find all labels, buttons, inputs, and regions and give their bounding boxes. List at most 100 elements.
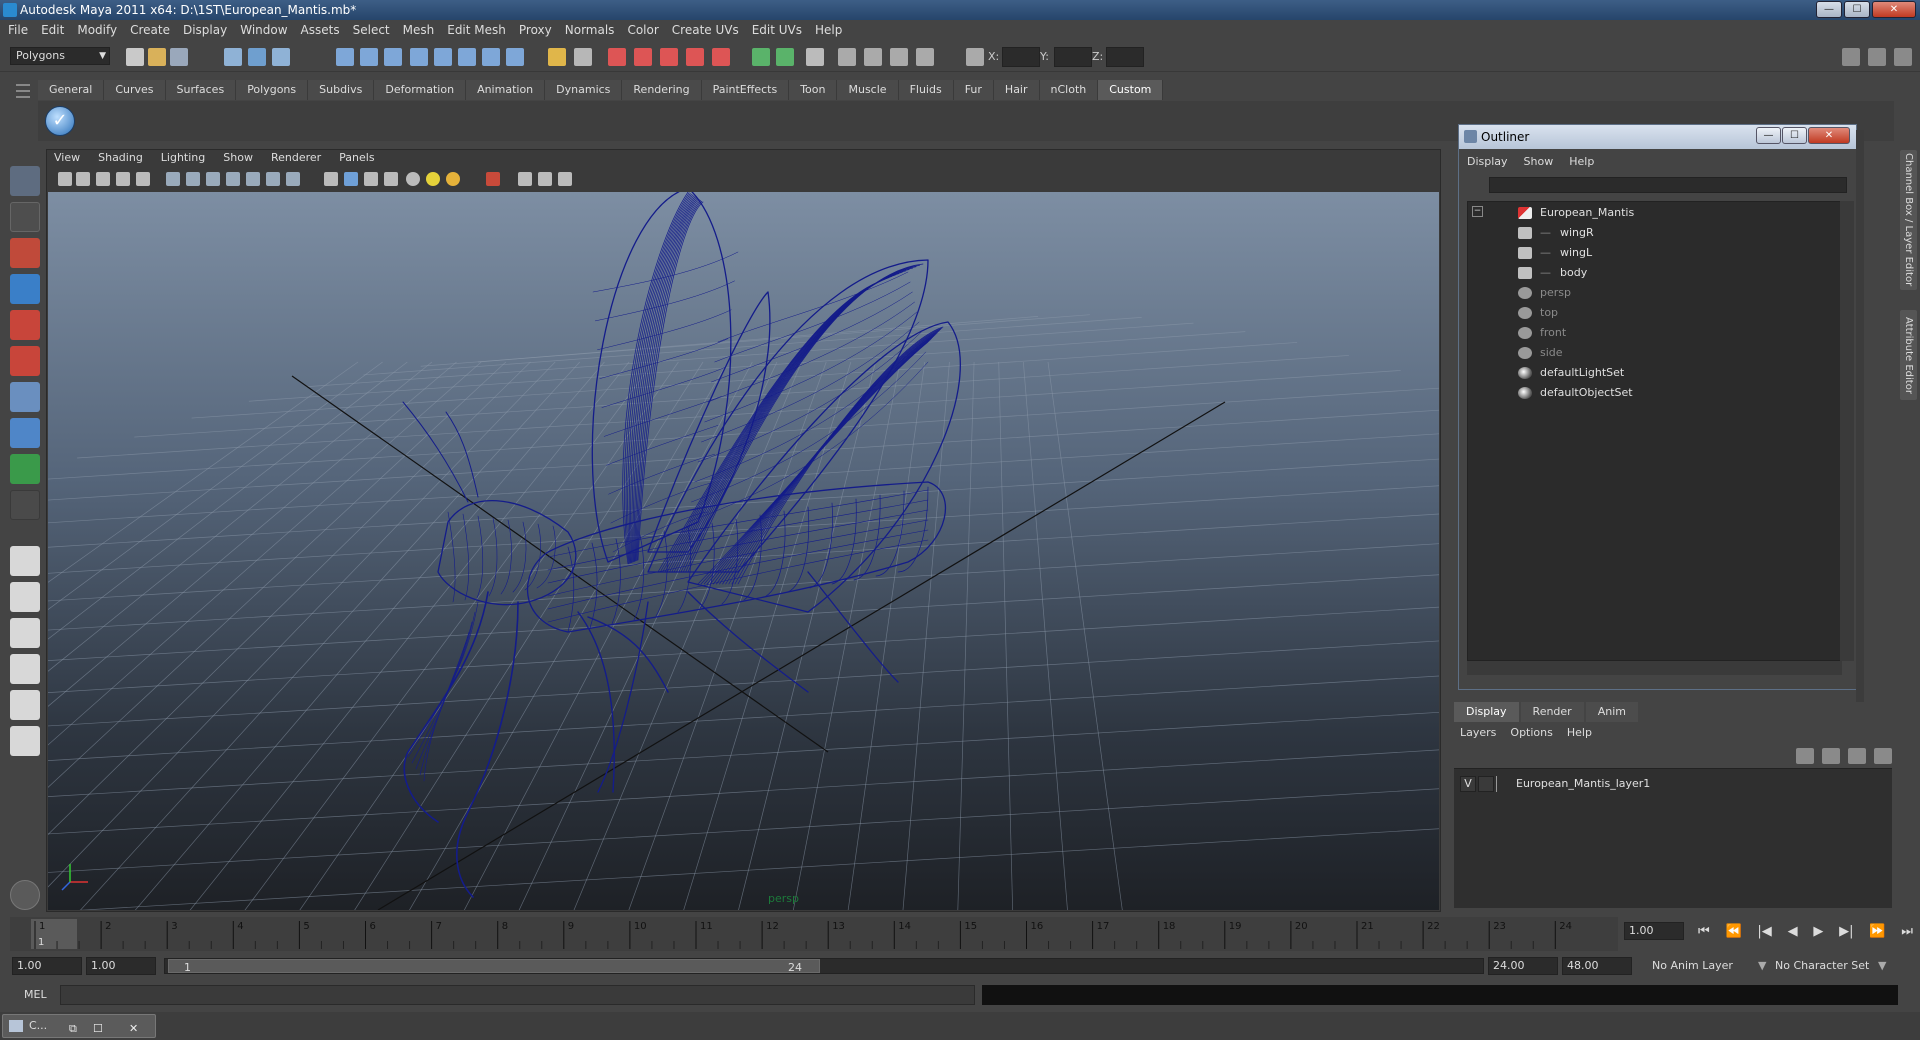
outliner-minimize-button[interactable]: — — [1756, 127, 1781, 144]
current-frame-field[interactable]: 1.00 — [1624, 922, 1684, 940]
tab-attribute-editor[interactable]: Attribute Editor — [1900, 310, 1917, 400]
menu-create[interactable]: Create — [130, 23, 170, 37]
outliner-menu-display[interactable]: Display — [1467, 155, 1508, 168]
outliner-vertical-scrollbar[interactable] — [1840, 201, 1854, 661]
outliner-title-bar[interactable]: Outliner — ☐ ✕ — [1459, 125, 1856, 149]
shadows-icon[interactable] — [266, 172, 280, 186]
z-field[interactable] — [1106, 47, 1144, 67]
layer-visibility-toggle[interactable]: V — [1460, 776, 1476, 792]
playback-start-field[interactable]: 1.00 — [86, 957, 156, 975]
panel-menu-shading[interactable]: Shading — [98, 151, 143, 167]
menu-help[interactable]: Help — [815, 23, 842, 37]
range-slider-handle[interactable] — [168, 959, 820, 973]
tool-settings-toggle-icon[interactable] — [1894, 48, 1912, 66]
panel-menu-lighting[interactable]: Lighting — [161, 151, 205, 167]
panel-menu-view[interactable]: View — [54, 151, 80, 167]
move-layer-down-icon[interactable] — [1822, 748, 1840, 764]
rotate-tool-icon[interactable] — [10, 310, 40, 340]
select-by-rendering-icon[interactable] — [482, 48, 500, 66]
menu-mesh[interactable]: Mesh — [403, 23, 435, 37]
outliner-persp-layout-icon[interactable] — [10, 618, 40, 648]
shelf-tab-dynamics[interactable]: Dynamics — [545, 80, 623, 100]
shelf-tab-surfaces[interactable]: Surfaces — [165, 80, 237, 100]
select-by-handle-icon[interactable] — [336, 48, 354, 66]
shelf-tab-toon[interactable]: Toon — [789, 80, 838, 100]
high-quality-icon[interactable] — [486, 172, 500, 186]
xray-icon[interactable] — [324, 172, 338, 186]
layer-color-swatch[interactable] — [1496, 776, 1510, 792]
layer-tab-anim[interactable]: Anim — [1585, 702, 1638, 722]
shelf-tab-subdivs[interactable]: Subdivs — [308, 80, 375, 100]
quick-layout-icon[interactable] — [10, 880, 40, 910]
x-field[interactable] — [1002, 47, 1040, 67]
shelf-tab-polygons[interactable]: Polygons — [236, 80, 309, 100]
outliner-list[interactable]: − European_Mantis — wingR — wingL — body… — [1467, 201, 1842, 661]
layer-tab-render[interactable]: Render — [1520, 702, 1584, 722]
output-ops-icon[interactable] — [776, 48, 794, 66]
play-forwards-button[interactable]: ▶ — [1813, 924, 1823, 942]
panel-menu-show[interactable]: Show — [223, 151, 253, 167]
menu-set-select[interactable]: Polygons ▼ — [10, 47, 110, 65]
move-tool-icon[interactable] — [10, 274, 40, 304]
gate-mask-icon[interactable] — [538, 172, 552, 186]
step-forward-key-button[interactable]: ⏩ — [1869, 924, 1885, 942]
layer-display-type-toggle[interactable] — [1478, 776, 1494, 792]
minimized-window-tab[interactable]: C... ⧉ ☐ ✕ — [2, 1014, 156, 1038]
anim-layer-select[interactable]: No Anim Layer — [1652, 957, 1733, 975]
backface-culling-icon[interactable] — [364, 172, 378, 186]
mel-command-input[interactable] — [60, 985, 975, 1005]
checkmark-shelf-icon[interactable]: ✓ — [45, 106, 75, 136]
outliner-filter-input[interactable] — [1489, 177, 1847, 193]
outliner-maximize-button[interactable]: ☐ — [1782, 127, 1807, 144]
layer-menu-layers[interactable]: Layers — [1460, 726, 1496, 739]
close-button[interactable]: ✕ — [1872, 1, 1916, 18]
grid-toggle-icon[interactable] — [116, 172, 130, 186]
menu-proxy[interactable]: Proxy — [519, 23, 552, 37]
scale-tool-icon[interactable] — [10, 346, 40, 376]
transform-field-mode-icon[interactable] — [966, 48, 984, 66]
shelf-tab-hair[interactable]: Hair — [993, 80, 1040, 100]
open-scene-icon[interactable] — [148, 48, 166, 66]
move-layer-up-icon[interactable] — [1796, 748, 1814, 764]
show-manipulator-tool-icon[interactable] — [10, 454, 40, 484]
manipulator-tool-icon[interactable] — [10, 382, 40, 412]
safe-action-icon[interactable] — [558, 172, 572, 186]
lights-icon[interactable] — [246, 172, 260, 186]
outliner-menu-show[interactable]: Show — [1524, 155, 1554, 168]
perspective-viewport[interactable]: persp — [48, 192, 1439, 910]
xray-joints-icon[interactable] — [344, 172, 358, 186]
select-object-icon[interactable] — [248, 48, 266, 66]
wireframe-on-shaded-icon[interactable] — [206, 172, 220, 186]
attribute-editor-toggle-icon[interactable] — [1868, 48, 1886, 66]
menu-display[interactable]: Display — [183, 23, 227, 37]
chevron-down-icon[interactable]: ▼ — [1878, 957, 1886, 975]
menu-edit-uvs[interactable]: Edit UVs — [752, 23, 802, 37]
layer-list[interactable]: V European_Mantis_layer1 — [1454, 768, 1892, 908]
step-forward-frame-button[interactable]: ▶| — [1839, 924, 1853, 942]
render-settings-icon[interactable] — [890, 48, 908, 66]
last-tool-slot[interactable] — [10, 490, 40, 520]
shelf-tab-custom[interactable]: Custom — [1098, 80, 1164, 100]
camera-bookmark-icon[interactable] — [76, 172, 90, 186]
snap-to-grid-icon[interactable] — [608, 48, 626, 66]
lock-selection-icon[interactable] — [548, 48, 566, 66]
graph-persp-layout-icon[interactable] — [10, 654, 40, 684]
camera-attributes-icon[interactable] — [58, 172, 72, 186]
smooth-shade-icon[interactable] — [186, 172, 200, 186]
panel-menu-panels[interactable]: Panels — [339, 151, 374, 167]
restore-icon[interactable]: ⧉ — [69, 1018, 77, 1040]
panel-menu-renderer[interactable]: Renderer — [271, 151, 321, 167]
save-scene-icon[interactable] — [170, 48, 188, 66]
minimize-button[interactable]: — — [1816, 1, 1842, 18]
paint-select-tool-icon[interactable] — [10, 238, 40, 268]
make-live-icon[interactable] — [712, 48, 730, 66]
select-hierarchy-icon[interactable] — [224, 48, 242, 66]
collapse-toggle-icon[interactable]: − — [1472, 206, 1483, 217]
single-perspective-layout-icon[interactable] — [10, 546, 40, 576]
hypershade-icon[interactable] — [916, 48, 934, 66]
animation-start-field[interactable]: 1.00 — [12, 957, 82, 975]
step-back-frame-button[interactable]: |◀ — [1757, 924, 1771, 942]
outliner-menu-help[interactable]: Help — [1569, 155, 1594, 168]
shelf-tab-muscle[interactable]: Muscle — [837, 80, 899, 100]
select-by-curve-icon[interactable] — [384, 48, 402, 66]
